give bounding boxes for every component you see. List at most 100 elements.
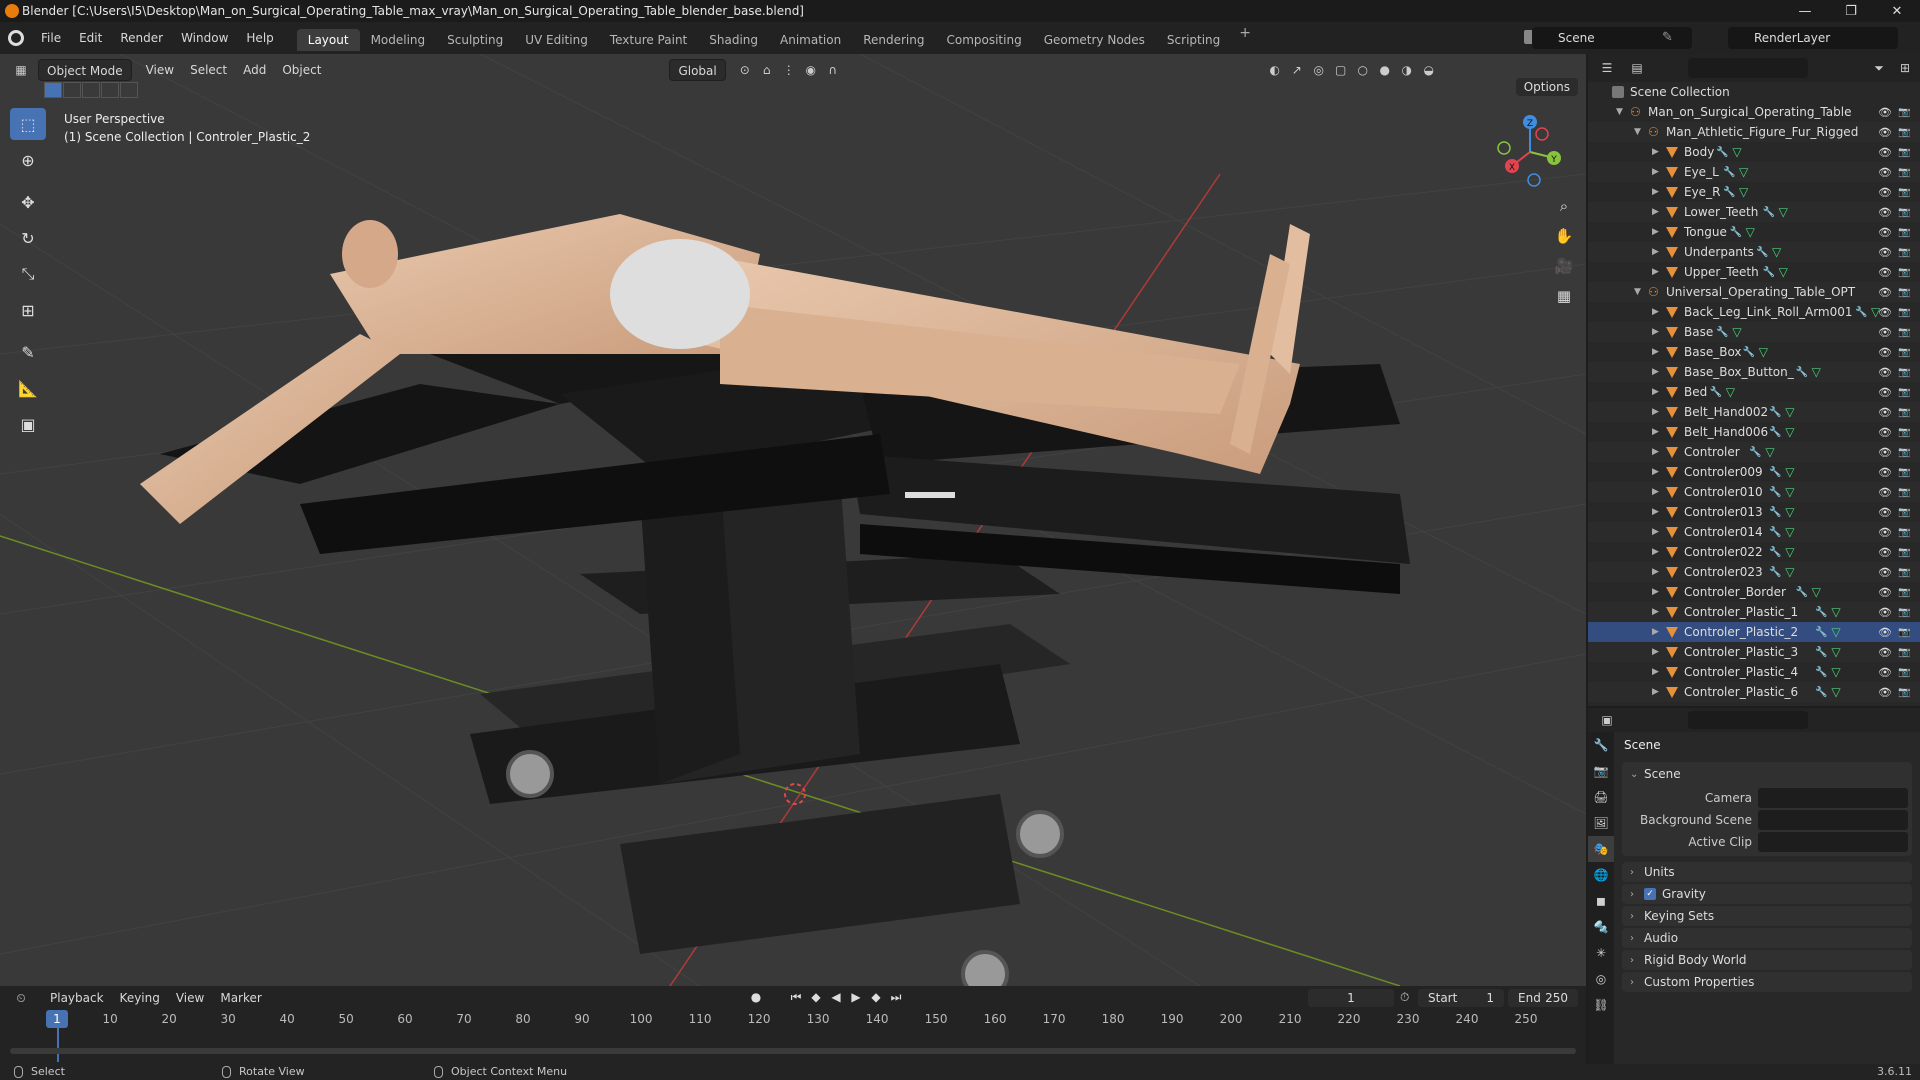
view-layer-selector[interactable]: RenderLayer xyxy=(1728,27,1898,49)
render-camera-icon[interactable]: 📷 xyxy=(1898,667,1910,678)
visibility-eye-icon[interactable]: 👁 xyxy=(1878,466,1892,479)
constraints-tab-icon[interactable]: ⛓ xyxy=(1588,992,1614,1018)
mesh-data-icon[interactable]: ▽ xyxy=(1785,405,1794,419)
outliner-row[interactable]: ▶ Controler022 🔧 ▽ 👁 📷 xyxy=(1588,542,1920,562)
output-tab-icon[interactable]: 🖨 xyxy=(1588,784,1614,810)
outliner-row[interactable]: ▶ Belt_Hand002 🔧 ▽ 👁 📷 xyxy=(1588,402,1920,422)
snap-target-icon[interactable]: ⋮ xyxy=(778,59,800,81)
prev-keyframe-icon[interactable]: ◆ xyxy=(806,990,826,1005)
visibility-eye-icon[interactable]: 👁 xyxy=(1878,486,1892,499)
timeline-editor[interactable]: ⏲ Playback Keying View Marker ● ⏮ ◆ ◀ ▶ … xyxy=(0,986,1586,1064)
mesh-data-icon[interactable]: ▽ xyxy=(1831,625,1840,639)
tab-animation[interactable]: Animation xyxy=(769,29,852,51)
visibility-eye-icon[interactable]: 👁 xyxy=(1878,306,1892,319)
visibility-eye-icon[interactable]: 👁 xyxy=(1878,226,1892,239)
mesh-data-icon[interactable]: ▽ xyxy=(1831,645,1840,659)
expand-arrow-icon[interactable]: ▶ xyxy=(1652,427,1659,437)
expand-arrow-icon[interactable]: ▶ xyxy=(1652,247,1659,257)
outliner-row[interactable]: ▶ Eye_R 🔧 ▽ 👁 📷 xyxy=(1588,182,1920,202)
navigation-gizmo[interactable]: Z Y X xyxy=(1496,112,1566,192)
expand-arrow-icon[interactable]: ▶ xyxy=(1652,227,1659,237)
outliner-row[interactable]: ▶ Base 🔧 ▽ 👁 📷 xyxy=(1588,322,1920,342)
mode-selector[interactable]: Object Mode xyxy=(38,59,132,81)
menu-object[interactable]: Object xyxy=(274,59,329,81)
collapsed-panel[interactable]: › Audio xyxy=(1622,928,1912,948)
render-camera-icon[interactable]: 📷 xyxy=(1898,467,1910,478)
rotate-tool-icon[interactable]: ↻ xyxy=(10,222,46,254)
visibility-eye-icon[interactable]: 👁 xyxy=(1878,266,1892,279)
outliner-editor[interactable]: ☰ ▤ ⏷ ⊞ Scene Collection ▼ ⚇ Man_on_Surgica… xyxy=(1588,54,1920,706)
menu-view[interactable]: View xyxy=(138,59,182,81)
visibility-eye-icon[interactable]: 👁 xyxy=(1878,206,1892,219)
expand-arrow-icon[interactable]: ▶ xyxy=(1652,487,1659,497)
modifier-icon[interactable]: 🔧 xyxy=(1723,187,1735,198)
render-camera-icon[interactable]: 📷 xyxy=(1898,627,1910,638)
modifier-icon[interactable]: 🔧 xyxy=(1763,267,1775,278)
collapsed-panel[interactable]: › Custom Properties xyxy=(1622,972,1912,992)
render-camera-icon[interactable]: 📷 xyxy=(1898,147,1910,158)
wireframe-shading-icon[interactable]: ○ xyxy=(1352,59,1374,81)
mesh-data-icon[interactable]: ▽ xyxy=(1732,145,1741,159)
active-clip-field[interactable] xyxy=(1758,832,1908,852)
outliner-row[interactable]: ▶ Controler_Plastic_3 🔧 ▽ 👁 📷 xyxy=(1588,642,1920,662)
mesh-data-icon[interactable]: ▽ xyxy=(1785,465,1794,479)
modifier-icon[interactable]: 🔧 xyxy=(1769,547,1781,558)
outliner-editor-type-icon[interactable]: ☰ xyxy=(1596,57,1618,79)
menu-window[interactable]: Window xyxy=(172,22,237,54)
play-icon[interactable]: ▶ xyxy=(846,990,866,1005)
maximize-button[interactable]: ❐ xyxy=(1828,0,1874,22)
tab-uv-editing[interactable]: UV Editing xyxy=(514,29,599,51)
new-collection-icon[interactable]: ⊞ xyxy=(1894,57,1916,79)
menu-edit[interactable]: Edit xyxy=(70,22,111,54)
modifier-icon[interactable]: 🔧 xyxy=(1716,147,1728,158)
modifier-icon[interactable]: 🔧 xyxy=(1769,487,1781,498)
camera-field[interactable] xyxy=(1758,788,1908,808)
modifier-icon[interactable]: 🔧 xyxy=(1769,467,1781,478)
current-frame-field[interactable]: 1 xyxy=(1308,989,1394,1007)
expand-arrow-icon[interactable]: ▶ xyxy=(1652,507,1659,517)
play-reverse-icon[interactable]: ◀ xyxy=(826,990,846,1005)
menu-help[interactable]: Help xyxy=(237,22,282,54)
transform-orientation[interactable]: Global xyxy=(669,59,726,81)
render-camera-icon[interactable]: 📷 xyxy=(1898,407,1910,418)
expand-arrow-icon[interactable]: ▶ xyxy=(1652,407,1659,417)
render-camera-icon[interactable]: 📷 xyxy=(1898,347,1910,358)
mesh-data-icon[interactable]: ▽ xyxy=(1845,705,1854,706)
modifier-icon[interactable]: 🔧 xyxy=(1769,527,1781,538)
jump-start-icon[interactable]: ⏮ xyxy=(786,990,806,1005)
3d-viewport[interactable]: ▦ Object Mode View Select Add Object Glo… xyxy=(0,54,1586,986)
end-frame-field[interactable]: End 250 xyxy=(1508,989,1578,1007)
menu-render[interactable]: Render xyxy=(111,22,172,54)
modifier-icon[interactable]: 🔧 xyxy=(1815,687,1827,698)
expand-arrow-icon[interactable]: ▶ xyxy=(1652,467,1659,477)
expand-arrow-icon[interactable]: ▶ xyxy=(1652,647,1659,657)
outliner-row[interactable]: ▶ Eye_L 🔧 ▽ 👁 📷 xyxy=(1588,162,1920,182)
outliner-row[interactable]: ▶ Controler_Plastic_4 🔧 ▽ 👁 📷 xyxy=(1588,662,1920,682)
pivot-icon[interactable]: ⊙ xyxy=(734,59,756,81)
mesh-data-icon[interactable]: ▽ xyxy=(1779,265,1788,279)
modifier-icon[interactable]: 🔧 xyxy=(1743,347,1755,358)
gravity-checkbox[interactable]: ✓ xyxy=(1644,888,1656,900)
timeline-editor-type-icon[interactable]: ⏲ xyxy=(10,987,32,1009)
render-camera-icon[interactable]: 📷 xyxy=(1898,367,1910,378)
cursor-tool-icon[interactable]: ⊕ xyxy=(10,144,46,176)
render-camera-icon[interactable]: 📷 xyxy=(1898,207,1910,218)
expand-arrow-icon[interactable]: ▶ xyxy=(1652,327,1659,337)
move-tool-icon[interactable]: ✥ xyxy=(10,186,46,218)
mesh-data-icon[interactable]: ▽ xyxy=(1785,485,1794,499)
outliner-row[interactable]: ▼ ⚇ Universal_Operating_Table_OPT 👁 📷 xyxy=(1588,282,1920,302)
expand-arrow-icon[interactable]: ▶ xyxy=(1652,527,1659,537)
modifier-icon[interactable]: 🔧 xyxy=(1796,587,1808,598)
properties-editor-type-icon[interactable]: ▣ xyxy=(1596,709,1618,731)
outliner-row[interactable]: ▶ Upper_Teeth 🔧 ▽ 👁 📷 xyxy=(1588,262,1920,282)
outliner-row[interactable]: ▶ Base_Box_Button_ 🔧 ▽ 👁 📷 xyxy=(1588,362,1920,382)
rendered-shading-icon[interactable]: ◒ xyxy=(1418,59,1440,81)
solid-shading-icon[interactable]: ● xyxy=(1374,59,1396,81)
outliner-row[interactable]: ▶ Tongue 🔧 ▽ 👁 📷 xyxy=(1588,222,1920,242)
modifier-icon[interactable]: 🔧 xyxy=(1815,667,1827,678)
perspective-grid-icon[interactable]: ▦ xyxy=(1548,282,1580,310)
outliner-row[interactable]: ▶ Back_Leg_Link_Roll_Arm001 🔧 ▽ 👁 📷 xyxy=(1588,302,1920,322)
mesh-data-icon[interactable]: ▽ xyxy=(1785,505,1794,519)
start-frame-field[interactable]: Start 1 xyxy=(1418,989,1504,1007)
mesh-data-icon[interactable]: ▽ xyxy=(1812,365,1821,379)
